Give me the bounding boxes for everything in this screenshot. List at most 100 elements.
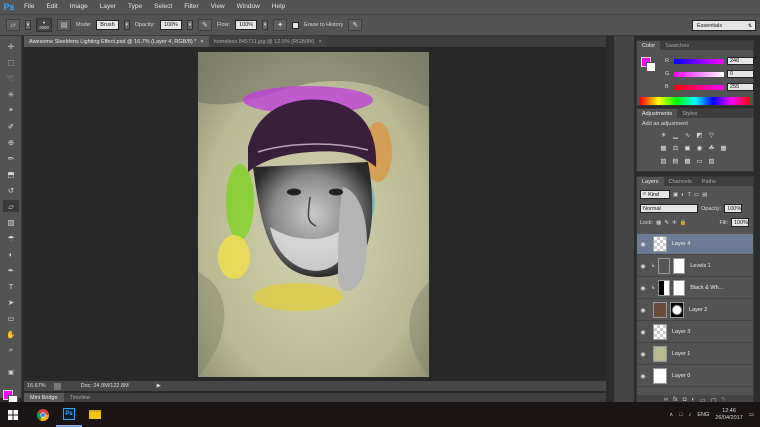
windows-start-button[interactable] [0, 402, 26, 427]
notifications-icon[interactable]: ▭ [749, 412, 754, 418]
layer-row[interactable]: ◉ Layer 1 [637, 344, 753, 365]
flow-dropdown-arrow[interactable]: ▾ [262, 20, 269, 30]
layer-kind-filter[interactable]: ⌕ Kind [640, 190, 670, 199]
channel-g-slider[interactable] [674, 71, 724, 77]
tab-mini-bridge[interactable]: Mini Bridge [24, 393, 64, 402]
eraser-tool-icon[interactable]: ▱ [3, 200, 19, 212]
exposure-icon[interactable]: ◩ [695, 130, 704, 139]
volume-icon[interactable]: ♪ [689, 412, 692, 418]
default-colors-icon[interactable]: ▣ [3, 366, 19, 378]
pressure-size-icon[interactable]: ✎ [348, 19, 363, 31]
layer-name[interactable]: Layer 3 [672, 329, 690, 335]
menu-file[interactable]: File [18, 0, 40, 14]
path-select-tool-icon[interactable]: ➤ [3, 296, 19, 308]
lock-all-icon[interactable]: 🔒 [680, 220, 687, 226]
pressure-opacity-icon[interactable]: ✎ [197, 19, 212, 31]
color-spectrum-ramp[interactable] [640, 97, 750, 105]
filter-shape-icon[interactable]: ▭ [694, 192, 699, 198]
clone-stamp-tool-icon[interactable]: ⬒ [3, 168, 19, 180]
eye-icon[interactable]: ◉ [637, 307, 649, 314]
lasso-tool-icon[interactable]: ➰ [3, 72, 19, 84]
menu-window[interactable]: Window [231, 0, 266, 14]
filter-adjustment-icon[interactable]: ◐ [681, 192, 684, 198]
menu-layer[interactable]: Layer [94, 0, 122, 14]
menu-edit[interactable]: Edit [40, 0, 63, 14]
eye-icon[interactable]: ◉ [637, 373, 649, 380]
opacity-dropdown-arrow[interactable]: ▾ [186, 20, 193, 30]
posterize-icon[interactable]: ▤ [671, 156, 680, 165]
move-tool-icon[interactable]: ✛ [3, 40, 19, 52]
menu-type[interactable]: Type [122, 0, 148, 14]
eye-icon[interactable]: ◉ [637, 285, 649, 292]
healing-brush-tool-icon[interactable]: ⊕ [3, 136, 19, 148]
mode-select[interactable]: Brush [96, 20, 119, 30]
taskbar-clock[interactable]: 12:46 26/04/2017 [715, 408, 743, 422]
flow-input[interactable]: 100% [235, 20, 258, 30]
eye-icon[interactable]: ◉ [637, 263, 649, 270]
zoom-level[interactable]: 16.67% [27, 383, 46, 389]
photoshop-taskbar-button[interactable]: Ps [56, 402, 82, 427]
shape-tool-icon[interactable]: ▭ [3, 312, 19, 324]
zoom-tool-icon[interactable]: ⌕ [3, 344, 19, 356]
filter-type-icon[interactable]: T [688, 192, 691, 198]
tab-layers[interactable]: Layers [637, 177, 664, 186]
tab-adjustments[interactable]: Adjustments [637, 109, 678, 118]
levels-icon[interactable]: ▁ [671, 130, 680, 139]
hue-saturation-icon[interactable]: ▦ [659, 143, 668, 152]
layer-row[interactable]: ◉ Layer 4 [637, 234, 753, 255]
network-icon[interactable]: □ [679, 412, 682, 418]
gradient-map-icon[interactable]: ▭ [695, 156, 704, 165]
channel-g-input[interactable]: 0 [727, 70, 754, 78]
layer-name[interactable]: Black & Wh... [690, 285, 723, 291]
gradient-tool-icon[interactable]: ▧ [3, 216, 19, 228]
opacity-input[interactable]: 100% [159, 20, 182, 30]
lock-pixels-icon[interactable]: ✎ [664, 220, 669, 226]
close-icon[interactable]: × [200, 39, 203, 45]
layer-fill-input[interactable]: 100% [731, 218, 749, 227]
history-brush-tool-icon[interactable]: ↺ [3, 184, 19, 196]
channel-r-slider[interactable] [674, 58, 724, 64]
quick-select-tool-icon[interactable]: ✳ [3, 88, 19, 100]
brightness-contrast-icon[interactable]: ☀ [659, 130, 668, 139]
menu-help[interactable]: Help [266, 0, 291, 14]
layer-row[interactable]: ◉ Layer 0 [637, 366, 753, 387]
erase-to-history-checkbox[interactable] [292, 21, 300, 29]
layer-row[interactable]: ◉ ↳ Black & Wh... [637, 278, 753, 299]
mode-dropdown-arrow[interactable]: ▾ [123, 20, 130, 30]
eraser-tool-preset-icon[interactable]: ▱ [6, 19, 20, 31]
layer-name[interactable]: Levels 1 [690, 263, 711, 269]
channel-b-input[interactable]: 255 [727, 83, 754, 91]
layer-opacity-input[interactable]: 100% [724, 204, 743, 213]
color-balance-icon[interactable]: ⚖ [671, 143, 680, 152]
tab-paths[interactable]: Paths [697, 177, 721, 186]
status-menu-arrow-icon[interactable]: ▶ [157, 383, 161, 389]
crop-tool-icon[interactable]: ⌖ [3, 104, 19, 116]
channel-mixer-icon[interactable]: ☘ [707, 143, 716, 152]
menu-filter[interactable]: Filter [178, 0, 204, 14]
document-artwork[interactable] [198, 52, 429, 377]
tab-timeline[interactable]: Timeline [64, 393, 97, 402]
eye-icon[interactable]: ◉ [637, 351, 649, 358]
channel-r-input[interactable]: 246 [727, 57, 754, 65]
chrome-taskbar-button[interactable] [30, 402, 56, 427]
tab-document-inactive[interactable]: homeless 845711.jpg @ 12.5% (RGB/8#) × [208, 36, 327, 47]
file-explorer-taskbar-button[interactable] [82, 402, 108, 427]
status-info-icon[interactable] [53, 382, 61, 390]
brush-panel-icon[interactable]: ▤ [57, 19, 71, 31]
color-bg-swatch[interactable] [646, 62, 656, 72]
chevron-up-icon[interactable]: ∧ [669, 412, 673, 418]
photo-filter-icon[interactable]: ◉ [695, 143, 704, 152]
layer-row[interactable]: ◉ Layer 3 [637, 322, 753, 343]
invert-icon[interactable]: ▨ [659, 156, 668, 165]
vibrance-icon[interactable]: ▽ [707, 130, 716, 139]
close-icon[interactable]: × [319, 39, 322, 45]
tab-color[interactable]: Color [637, 41, 661, 50]
selective-color-icon[interactable]: ▧ [707, 156, 716, 165]
filter-pixel-icon[interactable]: ▣ [673, 192, 678, 198]
layer-row[interactable]: ◉ ↳ Levels 1 [637, 256, 753, 277]
brush-tool-icon[interactable]: ✏ [3, 152, 19, 164]
channel-b-slider[interactable] [674, 84, 724, 90]
filter-smart-icon[interactable]: ▤ [702, 192, 707, 198]
curves-icon[interactable]: ∿ [683, 130, 692, 139]
blur-tool-icon[interactable]: ☂ [3, 232, 19, 244]
